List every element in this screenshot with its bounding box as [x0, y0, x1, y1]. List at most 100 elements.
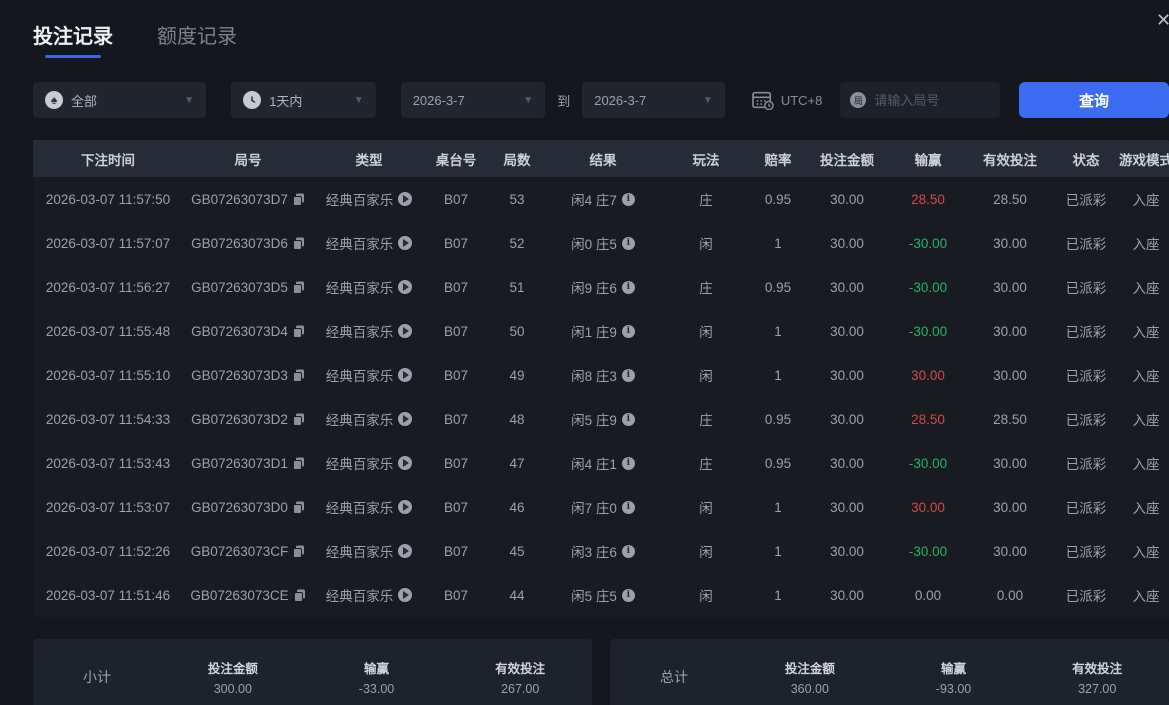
table-header-cell: 输赢 [914, 152, 942, 168]
win-loss: -30.00 [908, 235, 948, 251]
copy-icon[interactable] [292, 369, 305, 382]
play-type: 闲 [699, 589, 713, 604]
search-button[interactable]: 查询 [1019, 82, 1169, 118]
tab-quota-records[interactable]: 额度记录 [157, 20, 237, 58]
copy-icon[interactable] [292, 413, 305, 426]
date-from-value: 2026-3-7 [412, 92, 465, 108]
play-type: 闲 [699, 325, 713, 340]
round-count: 52 [509, 235, 525, 251]
valid-bet: 28.50 [993, 191, 1027, 207]
play-icon[interactable] [398, 192, 413, 206]
copy-icon[interactable] [293, 589, 306, 602]
tab-betting-records[interactable]: 投注记录 [33, 20, 113, 58]
valid-bet: 28.50 [993, 411, 1027, 427]
win-loss: -30.00 [908, 279, 948, 295]
play-icon[interactable] [398, 236, 413, 250]
table-row[interactable]: 2026-03-07 11:53:07 GB07263073D0 经典百家乐 B… [33, 485, 1169, 529]
copy-icon[interactable] [292, 237, 305, 250]
bet-time: 2026-03-07 11:54:33 [45, 411, 171, 427]
info-icon[interactable]: i [621, 280, 635, 294]
game-mode: 入座 [1132, 193, 1160, 208]
result: 闲1 庄9 i [547, 321, 659, 341]
bet-time: 2026-03-07 11:53:43 [45, 455, 171, 471]
time-range-dropdown[interactable]: 1天内 ▼ [231, 82, 376, 118]
win-loss: -30.00 [908, 543, 948, 559]
info-icon[interactable]: i [621, 192, 635, 206]
info-icon[interactable]: i [621, 368, 635, 382]
table-header-cell: 状态 [1072, 152, 1100, 168]
game-type-dropdown[interactable]: ♠ 全部 ▼ [33, 82, 207, 118]
game-type: 经典百家乐 [313, 277, 425, 297]
play-type: 闲 [699, 545, 713, 560]
bet-records-table: 下注时间 局号 类型 桌台号 局数 结果 玩法 赔率 投注金额 输赢 有效投注 状态 游戏模式 2026… [33, 140, 1169, 617]
chevron-down-icon: ▼ [702, 94, 713, 106]
round-number-field[interactable]: 局 [840, 82, 1000, 118]
info-icon[interactable]: i [621, 588, 635, 602]
play-icon[interactable] [398, 500, 413, 514]
subtotal-bet-label: 投注金额 [207, 662, 258, 676]
bet-amount: 30.00 [830, 235, 864, 251]
game-type: 经典百家乐 [313, 585, 425, 605]
table-number: B07 [443, 587, 469, 603]
play-type: 庄 [699, 281, 713, 296]
timezone-indicator: UTC+8 [751, 90, 822, 110]
date-to-picker[interactable]: 2026-3-7 ▼ [582, 82, 725, 118]
copy-icon[interactable] [292, 457, 305, 470]
table-row[interactable]: 2026-03-07 11:55:10 GB07263073D3 经典百家乐 B… [33, 353, 1169, 397]
copy-icon[interactable] [292, 281, 305, 294]
status-badge: 已派彩 [1065, 237, 1107, 252]
info-icon[interactable]: i [621, 412, 635, 426]
total-bet-label: 投注金额 [784, 662, 835, 676]
valid-bet: 30.00 [993, 367, 1027, 383]
play-icon[interactable] [398, 324, 413, 338]
result: 闲9 庄6 i [547, 277, 659, 297]
result: 闲3 庄6 i [547, 541, 659, 561]
subtotal-bet-value: 300.00 [213, 682, 252, 696]
copy-icon[interactable] [292, 193, 305, 206]
game-type: 经典百家乐 [313, 541, 425, 561]
table-row[interactable]: 2026-03-07 11:53:43 GB07263073D1 经典百家乐 B… [33, 441, 1169, 485]
play-icon[interactable] [398, 544, 413, 558]
table-row[interactable]: 2026-03-07 11:55:48 GB07263073D4 经典百家乐 B… [33, 309, 1169, 353]
game-type: 经典百家乐 [313, 365, 425, 385]
table-row[interactable]: 2026-03-07 11:51:46 GB07263073CE 经典百家乐 B… [33, 573, 1169, 617]
table-header-cell: 局数 [503, 152, 531, 168]
table-number: B07 [443, 411, 469, 427]
copy-icon[interactable] [293, 545, 305, 558]
table-number: B07 [443, 543, 469, 559]
table-header-cell: 桌台号 [435, 152, 477, 168]
copy-icon[interactable] [292, 325, 305, 338]
round-id: GB07263073CE [183, 588, 313, 603]
info-icon[interactable]: i [621, 544, 635, 558]
round-count: 49 [509, 367, 525, 383]
info-icon[interactable]: i [621, 456, 635, 470]
play-icon[interactable] [398, 280, 413, 294]
copy-icon[interactable] [292, 501, 305, 514]
total-valid-value: 327.00 [1078, 682, 1117, 696]
info-icon[interactable]: i [621, 500, 635, 514]
table-row[interactable]: 2026-03-07 11:56:27 GB07263073D5 经典百家乐 B… [33, 265, 1169, 309]
bet-time: 2026-03-07 11:55:10 [45, 367, 171, 383]
play-icon[interactable] [398, 588, 413, 602]
table-row[interactable]: 2026-03-07 11:54:33 GB07263073D2 经典百家乐 B… [33, 397, 1169, 441]
result: 闲7 庄0 i [547, 497, 659, 517]
play-icon[interactable] [398, 456, 413, 470]
table-number: B07 [443, 279, 469, 295]
date-from-picker[interactable]: 2026-3-7 ▼ [400, 82, 546, 118]
table-header-row: 下注时间 局号 类型 桌台号 局数 结果 玩法 赔率 投注金额 输赢 有效投注 状态 游戏模式 [33, 140, 1169, 177]
play-icon[interactable] [398, 368, 413, 382]
result: 闲4 庄7 i [547, 189, 659, 209]
table-row[interactable]: 2026-03-07 11:57:50 GB07263073D7 经典百家乐 B… [33, 177, 1169, 221]
info-icon[interactable]: i [621, 324, 635, 338]
play-icon[interactable] [398, 412, 413, 426]
table-row[interactable]: 2026-03-07 11:57:07 GB07263073D6 经典百家乐 B… [33, 221, 1169, 265]
status-badge: 已派彩 [1065, 589, 1107, 604]
subtotal-card: 小计 投注金额 300.00 输赢 -33.00 有效投注 267.00 [33, 639, 592, 705]
play-type: 闲 [699, 369, 713, 384]
round-id: GB07263073D3 [183, 368, 313, 383]
table-row[interactable]: 2026-03-07 11:52:26 GB07263073CF 经典百家乐 B… [33, 529, 1169, 573]
round-number-input[interactable] [874, 92, 985, 108]
clock-icon [243, 91, 262, 109]
valid-bet: 30.00 [993, 543, 1027, 559]
info-icon[interactable]: i [621, 236, 635, 250]
